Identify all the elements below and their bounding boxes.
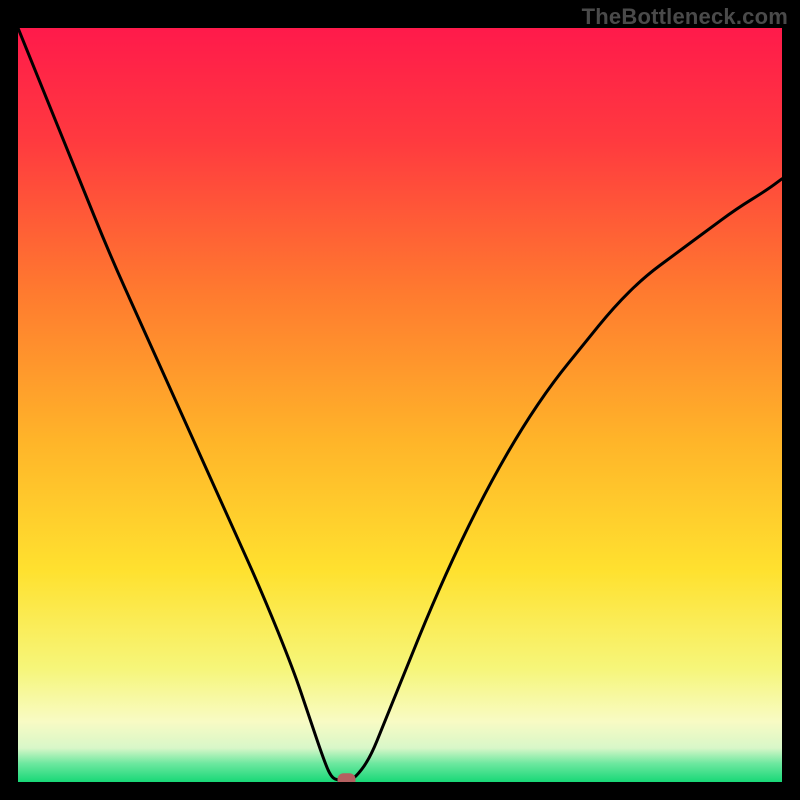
chart-frame: TheBottleneck.com: [0, 0, 800, 800]
plot-area: [18, 28, 782, 782]
bottleneck-chart: [18, 28, 782, 782]
optimal-marker: [338, 773, 356, 782]
watermark-text: TheBottleneck.com: [582, 4, 788, 30]
gradient-background: [18, 28, 782, 782]
